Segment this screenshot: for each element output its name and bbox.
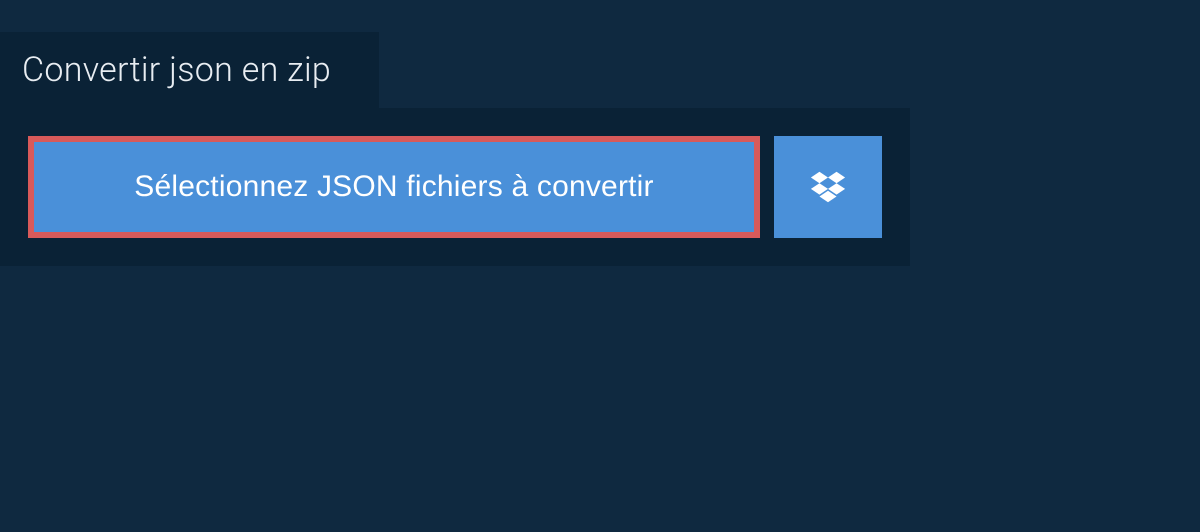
tab-title: Convertir json en zip: [22, 50, 331, 90]
tab-convert-json-zip[interactable]: Convertir json en zip: [0, 32, 379, 108]
dropbox-icon: [809, 168, 847, 206]
select-files-highlight: Sélectionnez JSON fichiers à convertir: [28, 136, 760, 238]
dropbox-source-button[interactable]: [774, 136, 882, 238]
tab-bar: Convertir json en zip: [0, 32, 1200, 108]
select-files-label: Sélectionnez JSON fichiers à convertir: [134, 170, 653, 203]
converter-panel: Sélectionnez JSON fichiers à convertir: [0, 108, 910, 266]
select-files-button[interactable]: Sélectionnez JSON fichiers à convertir: [34, 142, 754, 232]
